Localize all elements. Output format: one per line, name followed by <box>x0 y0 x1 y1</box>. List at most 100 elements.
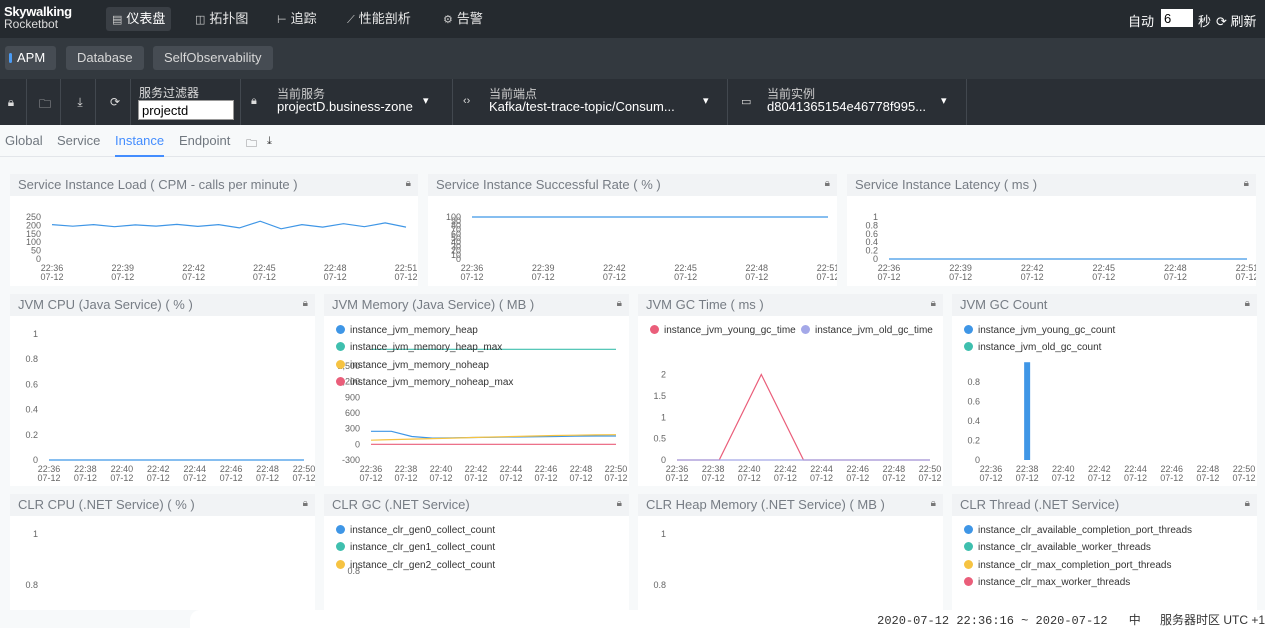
chart-instance-load: 05010015020025022:3607-1222:3907-1222:42… <box>26 212 418 282</box>
legend-item[interactable]: instance_jvm_young_gc_count <box>964 325 1115 336</box>
x-tick-label: 07-12 <box>674 272 697 282</box>
tab-global[interactable]: Global <box>5 133 43 157</box>
lock-icon[interactable]: 🔒︎ <box>303 498 308 509</box>
lock-icon[interactable]: 🔒︎ <box>1244 178 1249 189</box>
legend-label: instance_clr_max_completion_port_threads <box>978 560 1172 571</box>
lock-icon[interactable]: 🔒︎ <box>303 298 308 309</box>
lock-icon[interactable]: 🔒︎ <box>931 498 936 509</box>
lock-icon[interactable]: 🔒︎ <box>406 178 411 189</box>
legend-label: instance_clr_available_worker_threads <box>978 542 1151 553</box>
y-tick-label: 0.6 <box>967 396 980 406</box>
x-tick-label: 07-12 <box>877 272 900 282</box>
reload-icon[interactable]: ⟳ <box>107 95 123 111</box>
bar <box>1024 362 1031 460</box>
time-range[interactable]: 2020-07-12 22:36:16 ~ 2020-07-12 <box>877 614 1107 628</box>
nav-topology[interactable]: ◫ 拓扑图 <box>189 7 254 31</box>
dashboard-tabs: Global Service Instance Endpoint 🗀 ⤓ <box>0 125 1265 157</box>
card-latency: Service Instance Latency ( ms ) 🔒︎ 0 0.2 0… <box>847 174 1256 286</box>
legend-item[interactable]: instance_clr_available_worker_threads <box>964 542 1151 553</box>
x-tick-label: 07-12 <box>394 473 417 483</box>
x-tick-label: 07-12 <box>1235 272 1256 282</box>
refresh-button[interactable]: ⟳ 刷新 <box>1216 11 1257 30</box>
logo[interactable]: Skywalking Rocketbot <box>4 5 72 30</box>
legend-dot <box>336 560 345 569</box>
tab-endpoint[interactable]: Endpoint <box>179 133 230 157</box>
group-tab-selfobservability[interactable]: SelfObservability <box>153 46 273 70</box>
x-tick-label: 07-12 <box>534 473 557 483</box>
card-instance-load: Service Instance Load ( CPM - calls per … <box>10 174 418 286</box>
legend-item[interactable]: instance_jvm_memory_heap_max <box>336 342 502 353</box>
lock-icon[interactable]: 🔒︎ <box>617 498 622 509</box>
lock-icon[interactable]: 🔒︎ <box>3 95 19 111</box>
y-tick-label: 0.5 <box>653 434 666 444</box>
download-icon[interactable]: ⤓ <box>267 135 272 148</box>
download-icon[interactable]: ⤓ <box>72 95 88 111</box>
folder-icon[interactable]: 🗀 <box>246 135 257 154</box>
service-filter-input[interactable] <box>138 100 234 120</box>
folder-icon[interactable]: 🗀 <box>37 95 53 111</box>
current-instance-select[interactable]: ▭ 当前实例 d8041365154e46778f995... ▾ <box>728 79 966 125</box>
group-tab-database[interactable]: Database <box>66 46 144 70</box>
legend-item[interactable]: instance_clr_max_completion_port_threads <box>964 560 1171 571</box>
legend-item[interactable]: instance_clr_gen0_collect_count <box>336 525 495 536</box>
card-title: CLR Heap Memory (.NET Service) ( MB ) <box>638 494 943 516</box>
lock-icon[interactable]: 🔒︎ <box>617 298 622 309</box>
current-service-select[interactable]: 🔒︎ 当前服务 projectD.business-zone ▾ <box>241 79 444 125</box>
legend-label: instance_jvm_young_gc_time <box>664 325 796 336</box>
nav-trace[interactable]: ⊢ 追踪 <box>271 7 323 31</box>
toolbar: 🔒︎ 🗀 ⤓ ⟳ 服务过滤器 🔒︎ 当前服务 projectD.business… <box>0 79 1265 125</box>
language-toggle[interactable]: 中 <box>1129 613 1141 627</box>
legend-label: instance_jvm_old_gc_time <box>815 325 933 336</box>
current-endpoint-select[interactable]: ‹› 当前端点 Kafka/test-trace-topic/Consum...… <box>453 79 723 125</box>
legend-item[interactable]: instance_jvm_young_gc_time <box>650 325 796 336</box>
lock-icon[interactable]: 🔒︎ <box>1245 298 1250 309</box>
nav-alarm[interactable]: ⚙ 告警 <box>437 7 489 31</box>
legend-item[interactable]: instance_jvm_old_gc_count <box>964 342 1101 353</box>
y-tick-label: 1 <box>661 412 666 422</box>
lock-icon[interactable]: 🔒︎ <box>931 298 936 309</box>
legend-item[interactable]: instance_jvm_memory_noheap <box>336 360 489 371</box>
legend-item[interactable]: instance_clr_max_worker_threads <box>964 577 1130 588</box>
nav-profile-label: 性能剖析 <box>358 11 411 26</box>
card-title: CLR GC (.NET Service) <box>324 494 629 516</box>
group-tab-apm[interactable]: APM <box>5 46 57 70</box>
x-tick-label: 07-12 <box>460 272 483 282</box>
legend-label: instance_jvm_memory_noheap_max <box>350 377 514 388</box>
x-tick-label: 07-12 <box>220 473 243 483</box>
legend-item[interactable]: instance_jvm_memory_noheap_max <box>336 377 513 388</box>
nav-profile[interactable]: ⟋ 性能剖析 <box>341 7 417 31</box>
legend-item[interactable]: instance_jvm_old_gc_time <box>801 325 933 336</box>
auto-refresh-unit: 秒 <box>1198 14 1212 29</box>
x-tick-label: 07-12 <box>1092 272 1115 282</box>
x-tick-label: 07-12 <box>1160 473 1183 483</box>
legend-dot <box>801 325 810 334</box>
chart-jvm-gc-time: 00.511.5222:3607-1222:3807-1222:4007-122… <box>653 370 941 483</box>
footer: 2020-07-12 22:36:16 ~ 2020-07-12 中 服务器时区… <box>190 610 1265 628</box>
nav-dashboard[interactable]: ▤ 仪表盘 <box>106 7 172 31</box>
legend-label: instance_jvm_young_gc_count <box>978 325 1116 336</box>
auto-refresh-interval-input[interactable] <box>1161 9 1193 27</box>
tab-service[interactable]: Service <box>57 133 100 157</box>
lock-icon[interactable]: 🔒︎ <box>1245 498 1250 509</box>
legend-item[interactable]: instance_jvm_memory_heap <box>336 325 478 336</box>
legend-item[interactable]: instance_clr_gen1_collect_count <box>336 542 495 553</box>
nav-alarm-label: 告警 <box>456 11 483 26</box>
x-tick-label: 07-12 <box>774 473 797 483</box>
x-tick-label: 07-12 <box>1052 473 1075 483</box>
card-clr-heap: CLR Heap Memory (.NET Service) ( MB ) 🔒︎… <box>638 494 943 610</box>
x-tick-label: 07-12 <box>1232 473 1255 483</box>
card-title: CLR Thread (.NET Service) <box>952 494 1257 516</box>
series-line <box>677 373 930 461</box>
legend-item[interactable]: instance_clr_available_completion_port_t… <box>964 525 1192 536</box>
tab-instance[interactable]: Instance <box>115 133 165 157</box>
x-tick-label: 07-12 <box>532 272 555 282</box>
y-tick-label: 0.8 <box>653 580 666 590</box>
legend-item[interactable]: instance_clr_gen2_collect_count <box>336 560 495 571</box>
top-nav: Skywalking Rocketbot ▤ 仪表盘 ◫ 拓扑图 ⊢ 追踪 ⟋ 性能剖析… <box>0 0 1265 38</box>
x-tick-label: 07-12 <box>111 272 134 282</box>
x-tick-label: 07-12 <box>182 272 205 282</box>
lock-icon[interactable]: 🔒︎ <box>825 178 830 189</box>
server-timezone[interactable]: 服务器时区 UTC +1 <box>1160 613 1265 627</box>
y-tick-label: 0.4 <box>25 405 38 415</box>
y-tick-label: 1 <box>33 529 38 539</box>
